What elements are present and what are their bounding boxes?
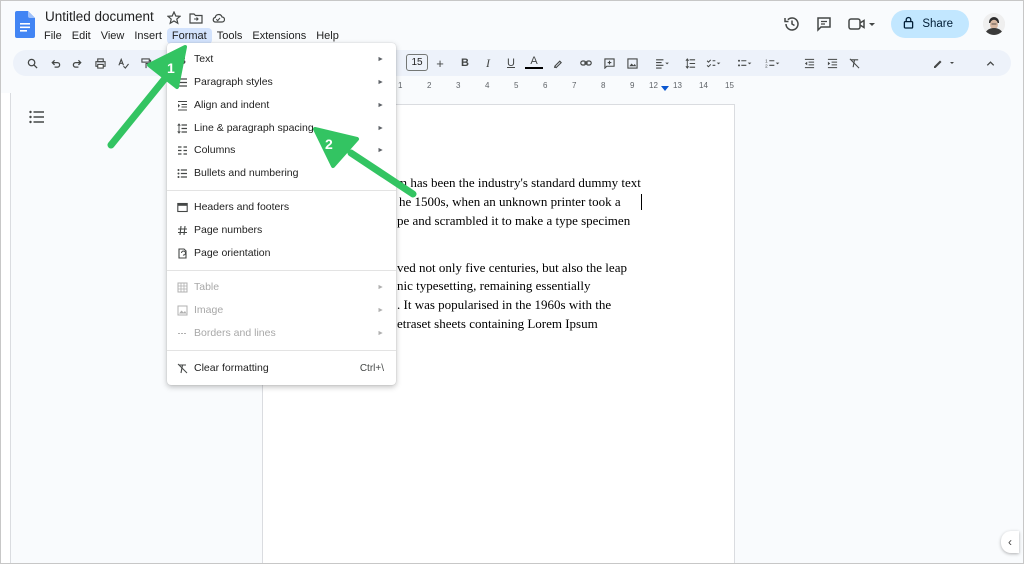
annotation-number-2: 2 <box>325 136 333 152</box>
tutorial-annotations: 1 2 <box>107 45 417 198</box>
app-window: Untitled document File Edit View Insert … <box>0 0 1024 564</box>
annotation-number-1: 1 <box>167 60 175 76</box>
annotation-arrow-2: 2 <box>313 127 417 198</box>
annotation-arrow-1: 1 <box>107 45 187 149</box>
